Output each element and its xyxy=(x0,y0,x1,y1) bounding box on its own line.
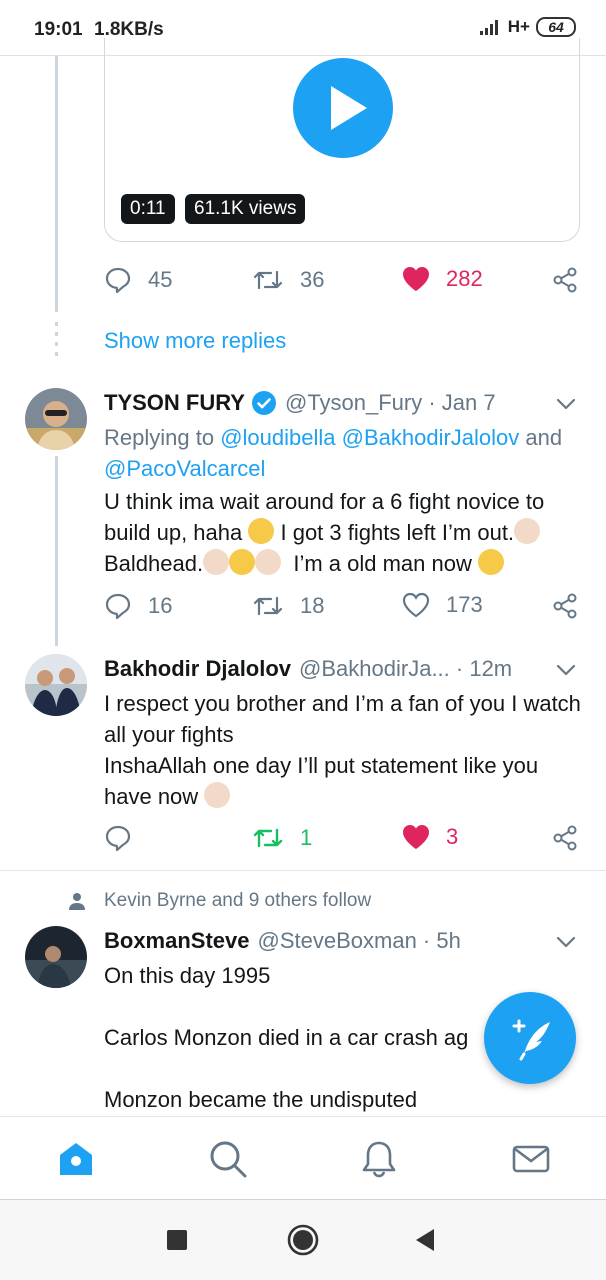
reply-count: 45 xyxy=(148,267,173,292)
tweet-actions: 1 3 xyxy=(104,824,582,856)
avatar[interactable] xyxy=(25,926,87,988)
laughing-emoji-icon xyxy=(229,549,256,575)
heart-icon xyxy=(403,267,429,291)
display-name[interactable]: BoxmanSteve xyxy=(104,928,250,954)
retweet-count: 36 xyxy=(300,267,325,292)
winking-emoji-icon xyxy=(477,549,504,575)
tweet-header: Bakhodir Djalolov @BakhodirJa... · 12m xyxy=(104,656,512,682)
search-icon[interactable] xyxy=(208,1139,248,1179)
reply-count: 16 xyxy=(148,593,173,618)
retweet-button[interactable]: 36 xyxy=(252,266,324,294)
mention-link[interactable]: @BakhodirJalolov xyxy=(342,425,520,450)
share-icon xyxy=(553,593,577,619)
bell-icon[interactable] xyxy=(359,1139,399,1179)
like-count: 282 xyxy=(446,266,483,291)
retweet-button[interactable]: 1 xyxy=(252,824,312,852)
reply-button[interactable]: 16 xyxy=(104,592,172,620)
handle-and-time: @SteveBoxman · 5h xyxy=(257,928,461,953)
back-icon[interactable] xyxy=(414,1228,436,1252)
compose-button[interactable] xyxy=(484,992,576,1084)
tweet-text: U think ima wait around for a 6 fight no… xyxy=(104,489,545,576)
retweet-count: 1 xyxy=(300,825,313,850)
video-duration: 0:11 xyxy=(121,194,175,224)
thumbs-up-emoji-icon xyxy=(514,518,541,544)
video-views: 61.1K views xyxy=(185,194,306,224)
reply-button[interactable] xyxy=(104,824,132,852)
tweet-text: I respect you brother and I’m a fan of y… xyxy=(104,691,581,809)
person-icon xyxy=(69,893,85,910)
handle-and-time: @Tyson_Fury · Jan 7 xyxy=(284,390,496,415)
share-icon xyxy=(553,825,577,851)
reply-icon xyxy=(105,593,131,620)
thread-line xyxy=(55,456,58,646)
tweet-header: TYSON FURY @Tyson_Fury · Jan 7 xyxy=(104,390,496,416)
home-icon[interactable] xyxy=(56,1139,96,1179)
signal-icon xyxy=(479,20,498,35)
tweet-actions: 16 18 173 xyxy=(104,592,582,624)
heart-icon xyxy=(403,825,429,849)
compose-icon xyxy=(512,1019,550,1061)
home-nav-icon[interactable] xyxy=(287,1224,319,1256)
network-type: H+ xyxy=(507,17,530,36)
retweet-icon xyxy=(253,596,283,616)
tweet-header: BoxmanSteve @SteveBoxman · 5h xyxy=(104,928,461,954)
praying-hands-emoji-icon xyxy=(255,549,282,575)
mail-icon[interactable] xyxy=(511,1139,551,1179)
share-button[interactable] xyxy=(552,592,580,620)
battery-indicator: 64 xyxy=(536,17,576,37)
bottom-tab-bar xyxy=(0,1116,606,1200)
like-count: 3 xyxy=(446,824,459,849)
share-icon xyxy=(553,267,577,293)
replying-to: Replying to @loudibella @BakhodirJalolov… xyxy=(104,425,563,481)
divider xyxy=(0,870,606,871)
reply-button[interactable]: 45 xyxy=(104,266,172,294)
reply-icon xyxy=(105,267,131,294)
laughing-emoji-icon xyxy=(248,518,275,544)
like-button[interactable]: 282 xyxy=(402,266,483,292)
thumbs-up-emoji-icon xyxy=(203,549,230,575)
avatar[interactable] xyxy=(25,654,87,716)
mention-link[interactable]: @PacoValcarcel xyxy=(104,456,265,481)
verified-icon xyxy=(251,391,276,415)
mention-link[interactable]: @loudibella xyxy=(220,425,335,450)
reply-icon xyxy=(105,825,131,852)
retweet-icon xyxy=(253,270,283,290)
share-button[interactable] xyxy=(552,266,580,294)
like-button[interactable]: 3 xyxy=(402,824,458,850)
chevron-down-icon[interactable] xyxy=(554,392,578,416)
video-card[interactable]: 0:11 61.1K views xyxy=(104,38,580,242)
avatar[interactable] xyxy=(25,388,87,450)
play-button[interactable] xyxy=(293,58,393,158)
chevron-down-icon[interactable] xyxy=(554,930,578,954)
social-context: Kevin Byrne and 9 others follow xyxy=(104,890,372,911)
display-name[interactable]: Bakhodir Djalolov xyxy=(104,656,291,682)
display-name[interactable]: TYSON FURY xyxy=(104,390,245,416)
heart-icon xyxy=(402,592,430,618)
retweet-button[interactable]: 18 xyxy=(252,592,324,620)
like-count: 173 xyxy=(446,592,483,617)
recents-icon[interactable] xyxy=(166,1229,188,1251)
show-more-replies[interactable]: Show more replies xyxy=(104,328,286,354)
handle-and-time: @BakhodirJa... · 12m xyxy=(299,656,513,681)
system-nav-bar xyxy=(0,1200,606,1280)
status-time: 19:01 xyxy=(34,19,83,40)
flexed-biceps-emoji-icon xyxy=(204,782,231,808)
retweet-icon xyxy=(253,828,283,848)
tweet-actions: 45 36 282 xyxy=(104,266,582,298)
like-button[interactable]: 173 xyxy=(402,592,483,618)
retweet-count: 18 xyxy=(300,593,325,618)
chevron-down-icon[interactable] xyxy=(554,658,578,682)
share-button[interactable] xyxy=(552,824,580,852)
thread-dots xyxy=(55,322,58,358)
thread-line xyxy=(55,56,58,312)
